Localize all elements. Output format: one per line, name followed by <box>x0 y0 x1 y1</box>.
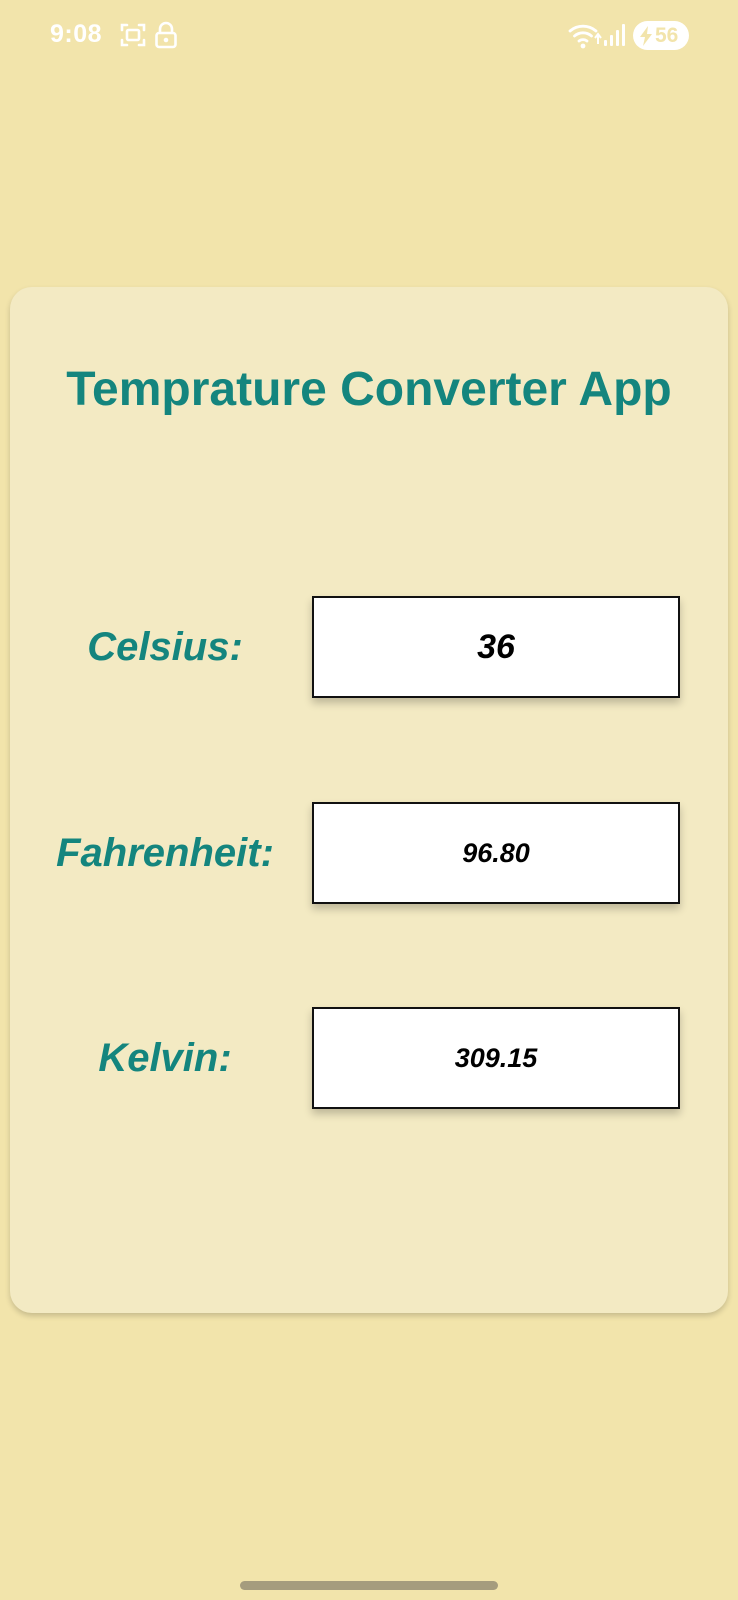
status-time: 9:08 <box>50 20 103 48</box>
wifi-icon <box>568 24 602 49</box>
fahrenheit-label: Fahrenheit: <box>56 831 274 875</box>
screenshot-icon <box>120 23 146 47</box>
charging-bolt-icon <box>640 25 652 46</box>
battery-icon: 56 <box>633 21 689 50</box>
celsius-input[interactable]: 36 <box>312 596 680 698</box>
status-bar: 9:08 56 <box>0 0 738 72</box>
app-screen: 9:08 56 Temprature Converter App Celsius… <box>0 0 738 1600</box>
battery-level: 56 <box>655 23 679 47</box>
fahrenheit-field[interactable]: 96.80 <box>312 802 680 904</box>
gesture-nav-handle[interactable] <box>240 1581 498 1590</box>
converter-card <box>10 287 728 1313</box>
celsius-label: Celsius: <box>87 625 243 669</box>
lock-icon <box>155 21 177 49</box>
kelvin-label: Kelvin: <box>98 1036 232 1080</box>
kelvin-field[interactable]: 309.15 <box>312 1007 680 1109</box>
signal-icon <box>604 24 625 46</box>
page-title: Temprature Converter App <box>66 363 672 416</box>
